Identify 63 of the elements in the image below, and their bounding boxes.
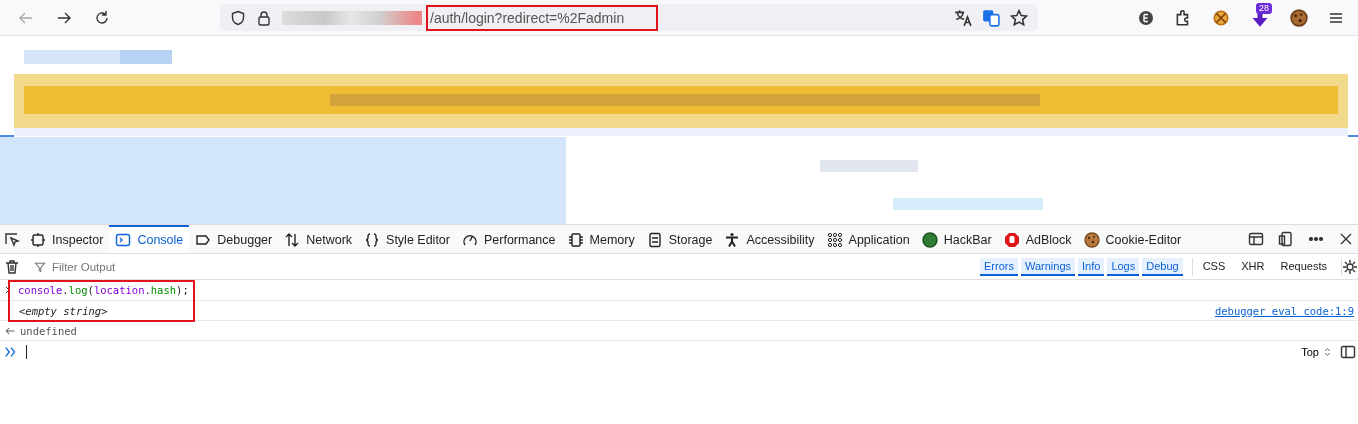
- memory-icon: [567, 232, 584, 248]
- devtools-tab[interactable]: AdBlock: [997, 225, 1078, 253]
- devtools-tab[interactable]: Accessibility: [718, 225, 821, 253]
- close-icon: [1338, 231, 1354, 247]
- braces-icon: [364, 232, 381, 248]
- lock-icon: [256, 9, 272, 26]
- prompt-icon: [4, 345, 18, 359]
- cookie-icon: [1290, 8, 1308, 27]
- url-text: /auth/login?redirect=%2Fadmin: [430, 9, 625, 26]
- context-selector[interactable]: Top: [1301, 346, 1332, 358]
- level-toggle[interactable]: Debug: [1142, 257, 1183, 276]
- devtools-tab[interactable]: Style Editor: [358, 225, 456, 253]
- level-toggle[interactable]: Logs: [1107, 257, 1140, 276]
- type-toggle[interactable]: CSS: [1198, 257, 1230, 276]
- translate-app-icon: [982, 8, 1000, 27]
- tag-icon: [195, 232, 212, 248]
- filter-icon: [34, 260, 46, 273]
- arrows-icon: [284, 232, 301, 248]
- settings-icon: [1342, 258, 1358, 275]
- dock-icon: [1248, 231, 1264, 247]
- star-icon: [1010, 8, 1028, 27]
- console-icon: [115, 232, 132, 248]
- level-toggle[interactable]: Info: [1078, 257, 1105, 276]
- devtools-tab[interactable]: Memory: [561, 225, 641, 253]
- address-bar[interactable]: /auth/login?redirect=%2Fadmin: [220, 4, 1038, 31]
- type-toggle[interactable]: XHR: [1237, 257, 1269, 276]
- updown-icon: [1323, 347, 1332, 357]
- extension-badge-icon[interactable]: 28: [1250, 7, 1270, 28]
- responsive-icon: [1278, 231, 1294, 247]
- reload-icon: [94, 9, 110, 26]
- devtools-tab[interactable]: Cookie-Editor: [1077, 225, 1188, 253]
- devtools-tab[interactable]: HackBar: [915, 225, 998, 253]
- level-toggle[interactable]: Warnings: [1020, 257, 1075, 276]
- text-cursor: [26, 345, 27, 359]
- level-toggle[interactable]: Errors: [980, 257, 1018, 276]
- devtools-tab[interactable]: Console: [109, 225, 190, 253]
- devtools-tab[interactable]: Inspector: [24, 225, 110, 253]
- cookie-icon: [1083, 232, 1100, 248]
- extension-e-icon: [1138, 9, 1154, 26]
- translate-icon: [954, 8, 972, 27]
- grid-icon: [826, 232, 843, 248]
- devtools-tab[interactable]: Storage: [640, 225, 719, 253]
- type-toggle[interactable]: Requests: [1276, 257, 1331, 276]
- pick-element-icon: [4, 231, 20, 247]
- devtools-tab[interactable]: Network: [278, 225, 359, 253]
- filter-field[interactable]: Filter Output: [50, 259, 654, 274]
- gauge-icon: [461, 232, 478, 248]
- stop-hand-icon: [1003, 232, 1020, 248]
- devtools-tab[interactable]: Debugger: [189, 225, 279, 253]
- trash-icon: [4, 258, 20, 275]
- console-command: console.log(location.hash);: [18, 284, 189, 296]
- sidebar-icon: [1340, 344, 1356, 360]
- log-output: <empty string>: [19, 304, 108, 317]
- source-link[interactable]: debugger eval code:1:9: [1214, 304, 1358, 317]
- count-badge: 28: [1256, 2, 1272, 14]
- shield-icon: [230, 9, 246, 26]
- person-icon: [724, 232, 741, 248]
- devtools-tab[interactable]: Application: [820, 225, 916, 253]
- devtools-tab[interactable]: Performance: [455, 225, 562, 253]
- ball-icon: [921, 232, 938, 248]
- chip-frame-icon: [30, 232, 46, 248]
- storage-icon: [646, 232, 663, 248]
- result-output: undefined: [20, 324, 77, 337]
